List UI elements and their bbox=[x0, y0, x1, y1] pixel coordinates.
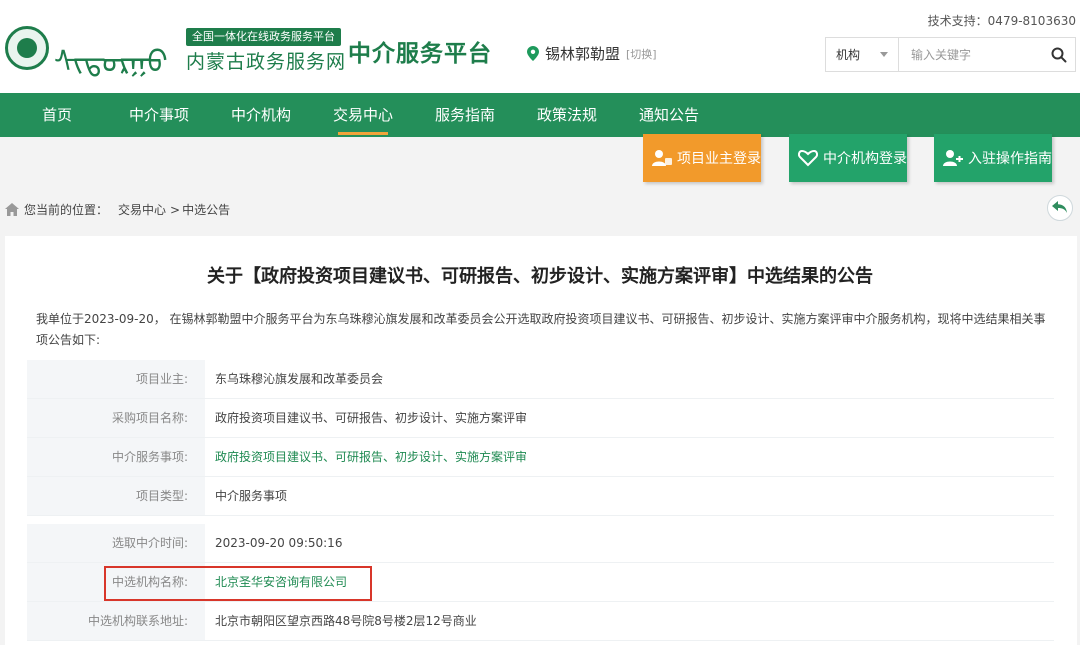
table-row: 采购项目名称: 政府投资项目建议书、可研报告、初步设计、实施方案评审 bbox=[27, 399, 1054, 438]
home-icon bbox=[5, 203, 19, 216]
user-login-icon bbox=[652, 150, 672, 166]
table-row: 项目业主: 东乌珠穆沁旗发展和改革委员会 bbox=[27, 360, 1054, 399]
search-box: 机构 bbox=[825, 37, 1076, 72]
location-pin-icon bbox=[527, 46, 539, 61]
nav-item-policies[interactable]: 政策法规 bbox=[516, 93, 618, 137]
table-row: 中介服务事项: 政府投资项目建议书、可研报告、初步设计、实施方案评审 bbox=[27, 438, 1054, 477]
logo-tag: 全国一体化在线政务服务平台 bbox=[186, 28, 341, 46]
row-label-project-owner: 项目业主: bbox=[27, 360, 205, 398]
nav-item-intermediary-matters[interactable]: 中介事项 bbox=[108, 93, 210, 137]
row-label-procurement-project: 采购项目名称: bbox=[27, 399, 205, 437]
handshake-icon bbox=[798, 149, 818, 167]
row-value-service-matter-link[interactable]: 政府投资项目建议书、可研报告、初步设计、实施方案评审 bbox=[205, 438, 1054, 476]
breadcrumb-label: 您当前的位置： bbox=[24, 203, 109, 217]
row-label-selection-time: 选取中介时间: bbox=[27, 524, 205, 562]
switch-location-link[interactable]: [切换] bbox=[626, 46, 657, 62]
row-label-agency-address: 中选机构联系地址: bbox=[27, 602, 205, 640]
nav-item-trading-center[interactable]: 交易中心 bbox=[312, 93, 414, 137]
agency-login-button[interactable]: 中介机构登录 bbox=[789, 134, 907, 182]
agency-login-label: 中介机构登录 bbox=[823, 151, 907, 167]
breadcrumb-trading-center[interactable]: 交易中心 bbox=[118, 201, 166, 218]
table-row: 项目类型: 中介服务事项 bbox=[27, 477, 1054, 516]
table-row: 选取中介时间: 2023-09-20 09:50:16 bbox=[27, 524, 1054, 563]
row-value-agency-address: 北京市朝阳区望京西路48号院8号楼2层12号商业 bbox=[215, 614, 477, 628]
table-row: 中选机构联系地址: 北京市朝阳区望京西路48号院8号楼2层12号商业 bbox=[27, 602, 1054, 641]
row-value-procurement-project: 政府投资项目建议书、可研报告、初步设计、实施方案评审 bbox=[215, 411, 528, 425]
back-button[interactable] bbox=[1047, 195, 1073, 221]
row-label-project-type: 项目类型: bbox=[27, 477, 205, 515]
tech-support-phone: 技术支持：0479-8103630 bbox=[927, 14, 1076, 28]
logo-mongolian-text: ᠰᠢᠳᠤᠷᠭᠤ bbox=[54, 45, 168, 80]
breadcrumb-selected-notices: 中选公告 bbox=[182, 203, 231, 217]
nav-item-home[interactable]: 首页 bbox=[6, 93, 108, 137]
nav-item-intermediary-agencies[interactable]: 中介机构 bbox=[210, 93, 312, 137]
search-category-value: 机构 bbox=[836, 48, 861, 62]
row-label-service-matter: 中介服务事项: bbox=[27, 438, 205, 476]
search-input[interactable] bbox=[899, 38, 1043, 71]
search-icon bbox=[1051, 47, 1067, 62]
breadcrumb: 您当前的位置： 交易中心 > 中选公告 bbox=[5, 201, 230, 218]
back-arrow-icon bbox=[1052, 201, 1067, 213]
header: ᠰᠢᠳᠤᠷᠭᠤ 全国一体化在线政务服务平台 内蒙古政务服务网 中介服务平台 锡林… bbox=[0, 0, 1080, 93]
main-nav: 首页 中介事项 中介机构 交易中心 服务指南 政策法规 通知公告 bbox=[0, 93, 1080, 137]
project-owner-login-button[interactable]: 项目业主登录 bbox=[643, 134, 761, 182]
notice-title: 关于【政府投资项目建议书、可研报告、初步设计、实施方案评审】中选结果的公告 bbox=[207, 266, 873, 287]
highlight-annotation-box bbox=[104, 566, 372, 601]
onboarding-guide-button[interactable]: 入驻操作指南 bbox=[934, 134, 1052, 182]
emblem-icon bbox=[5, 26, 49, 70]
row-value-project-owner: 东乌珠穆沁旗发展和改革委员会 bbox=[215, 372, 384, 386]
site-name[interactable]: 内蒙古政务服务网 bbox=[186, 47, 346, 74]
project-owner-login-label: 项目业主登录 bbox=[677, 151, 761, 167]
platform-name[interactable]: 中介服务平台 bbox=[348, 34, 492, 68]
row-value-project-type: 中介服务事项 bbox=[215, 489, 288, 503]
nav-item-notices[interactable]: 通知公告 bbox=[618, 93, 720, 137]
chevron-down-icon bbox=[880, 52, 888, 57]
notice-intro: 我单位于2023-09-20， 在锡林郭勒盟中介服务平台为东乌珠穆沁旗发展和改革… bbox=[36, 312, 1046, 347]
search-category-select[interactable]: 机构 bbox=[826, 38, 899, 71]
location-selector[interactable]: 锡林郭勒盟 [切换] bbox=[527, 43, 657, 64]
search-button[interactable] bbox=[1043, 38, 1075, 71]
onboarding-guide-label: 入驻操作指南 bbox=[968, 151, 1052, 167]
user-guide-icon bbox=[943, 150, 963, 166]
nav-item-service-guide[interactable]: 服务指南 bbox=[414, 93, 516, 137]
location-name: 锡林郭勒盟 bbox=[545, 45, 621, 63]
row-value-selection-time: 2023-09-20 09:50:16 bbox=[215, 536, 343, 550]
breadcrumb-separator: > bbox=[170, 202, 181, 217]
